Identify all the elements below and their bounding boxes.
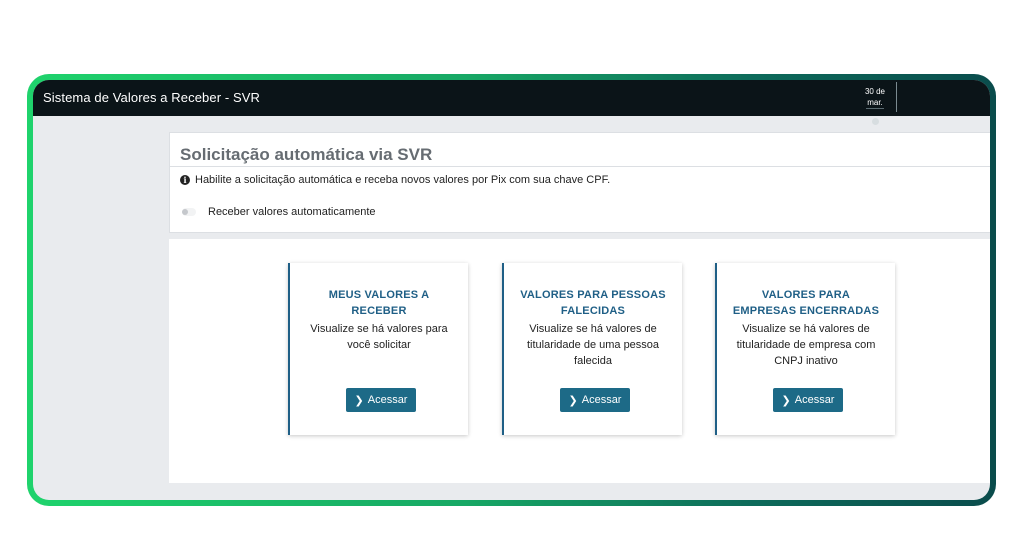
card-pessoas-falecidas: VALORES PARA PESSOAS FALECIDAS Visualize… bbox=[502, 263, 682, 435]
card-empresas-encerradas: VALORES PARA EMPRESAS ENCERRADAS Visuali… bbox=[715, 263, 895, 435]
auto-request-panel: Solicitação automática via SVR i Habilit… bbox=[169, 132, 990, 233]
device-frame: Sistema de Valores a Receber - SVR 30 de… bbox=[27, 74, 996, 506]
button-label: Acessar bbox=[794, 394, 835, 406]
date-month: mar. bbox=[866, 98, 884, 109]
acessar-button[interactable]: ❯ Acessar bbox=[346, 388, 416, 412]
panel-title: Solicitação automática via SVR bbox=[180, 145, 433, 164]
info-circle-icon: i bbox=[180, 175, 190, 185]
card-meus-valores: MEUS VALORES A RECEBER Visualize se há v… bbox=[288, 263, 468, 435]
date-day: 30 de bbox=[864, 87, 886, 96]
chevron-right-icon: ❯ bbox=[354, 394, 364, 407]
card-title: VALORES PARA EMPRESAS ENCERRADAS bbox=[732, 289, 880, 317]
card-title: VALORES PARA PESSOAS FALECIDAS bbox=[520, 289, 666, 317]
options-panel: MEUS VALORES A RECEBER Visualize se há v… bbox=[169, 239, 990, 483]
status-dot-icon bbox=[872, 118, 879, 125]
top-bar: Sistema de Valores a Receber - SVR 30 de… bbox=[33, 80, 990, 125]
auto-receive-toggle[interactable] bbox=[182, 208, 196, 216]
card-title: MEUS VALORES A RECEBER bbox=[328, 289, 430, 317]
date-widget: 30 de mar. bbox=[855, 86, 895, 125]
chevron-right-icon: ❯ bbox=[568, 394, 578, 407]
button-label: Acessar bbox=[367, 394, 408, 406]
acessar-button[interactable]: ❯ Acessar bbox=[560, 388, 630, 412]
toggle-label: Receber valores automaticamente bbox=[208, 206, 376, 218]
card-description: Visualize se há valores para você solici… bbox=[310, 323, 448, 351]
app-title: Sistema de Valores a Receber - SVR bbox=[43, 90, 261, 105]
card-description: Visualize se há valores de titularidade … bbox=[736, 323, 876, 367]
auto-receive-toggle-row[interactable]: Receber valores automaticamente bbox=[182, 206, 376, 218]
topbar-divider bbox=[896, 82, 897, 112]
chevron-right-icon: ❯ bbox=[781, 394, 791, 407]
acessar-button[interactable]: ❯ Acessar bbox=[773, 388, 843, 412]
card-description: Visualize se há valores de titularidade … bbox=[526, 323, 660, 367]
panel-divider bbox=[170, 166, 990, 167]
info-line: i Habilite a solicitação automática e re… bbox=[180, 174, 610, 186]
app-screen: Sistema de Valores a Receber - SVR 30 de… bbox=[33, 80, 990, 500]
info-text: Habilite a solicitação automática e rece… bbox=[195, 174, 611, 186]
button-label: Acessar bbox=[581, 394, 622, 406]
